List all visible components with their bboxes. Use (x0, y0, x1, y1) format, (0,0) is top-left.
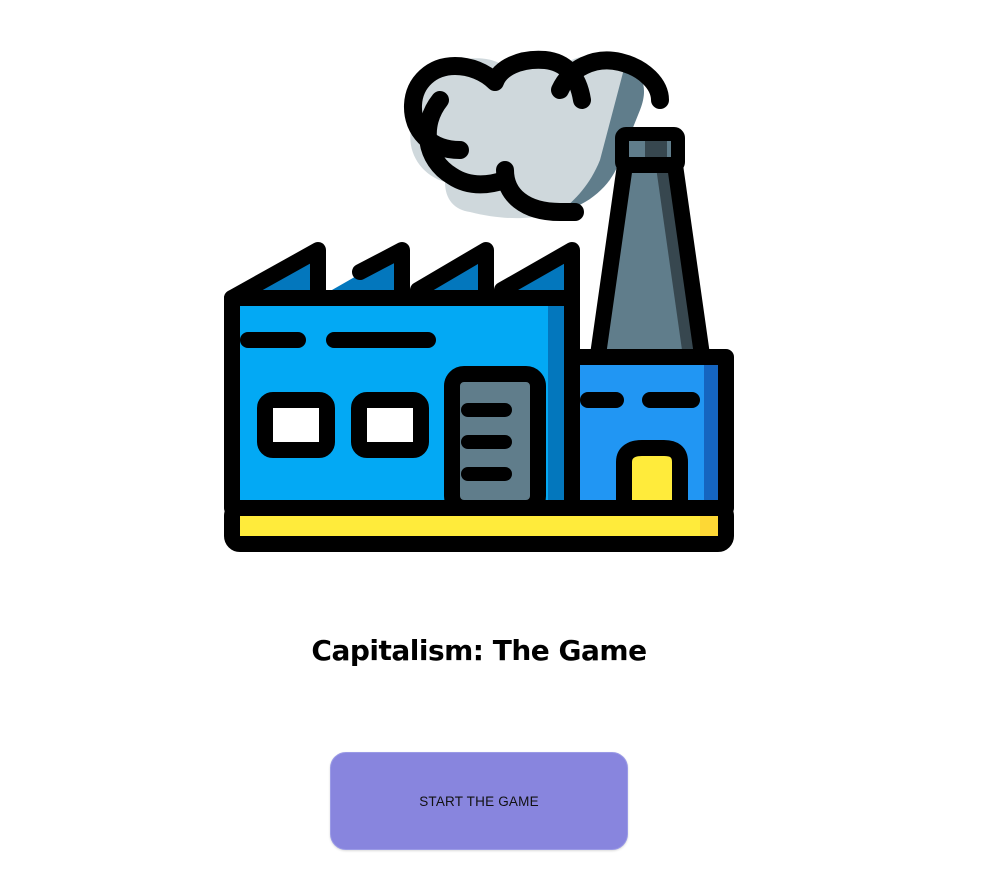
start-game-button[interactable]: START THE GAME (330, 752, 628, 850)
page-title: Capitalism: The Game (311, 634, 647, 667)
main-building-icon (224, 290, 580, 516)
factory-icon (224, 50, 734, 552)
start-screen: Capitalism: The Game START THE GAME (0, 0, 982, 882)
annex-building-icon (564, 349, 734, 516)
base-strip-icon (224, 500, 734, 552)
